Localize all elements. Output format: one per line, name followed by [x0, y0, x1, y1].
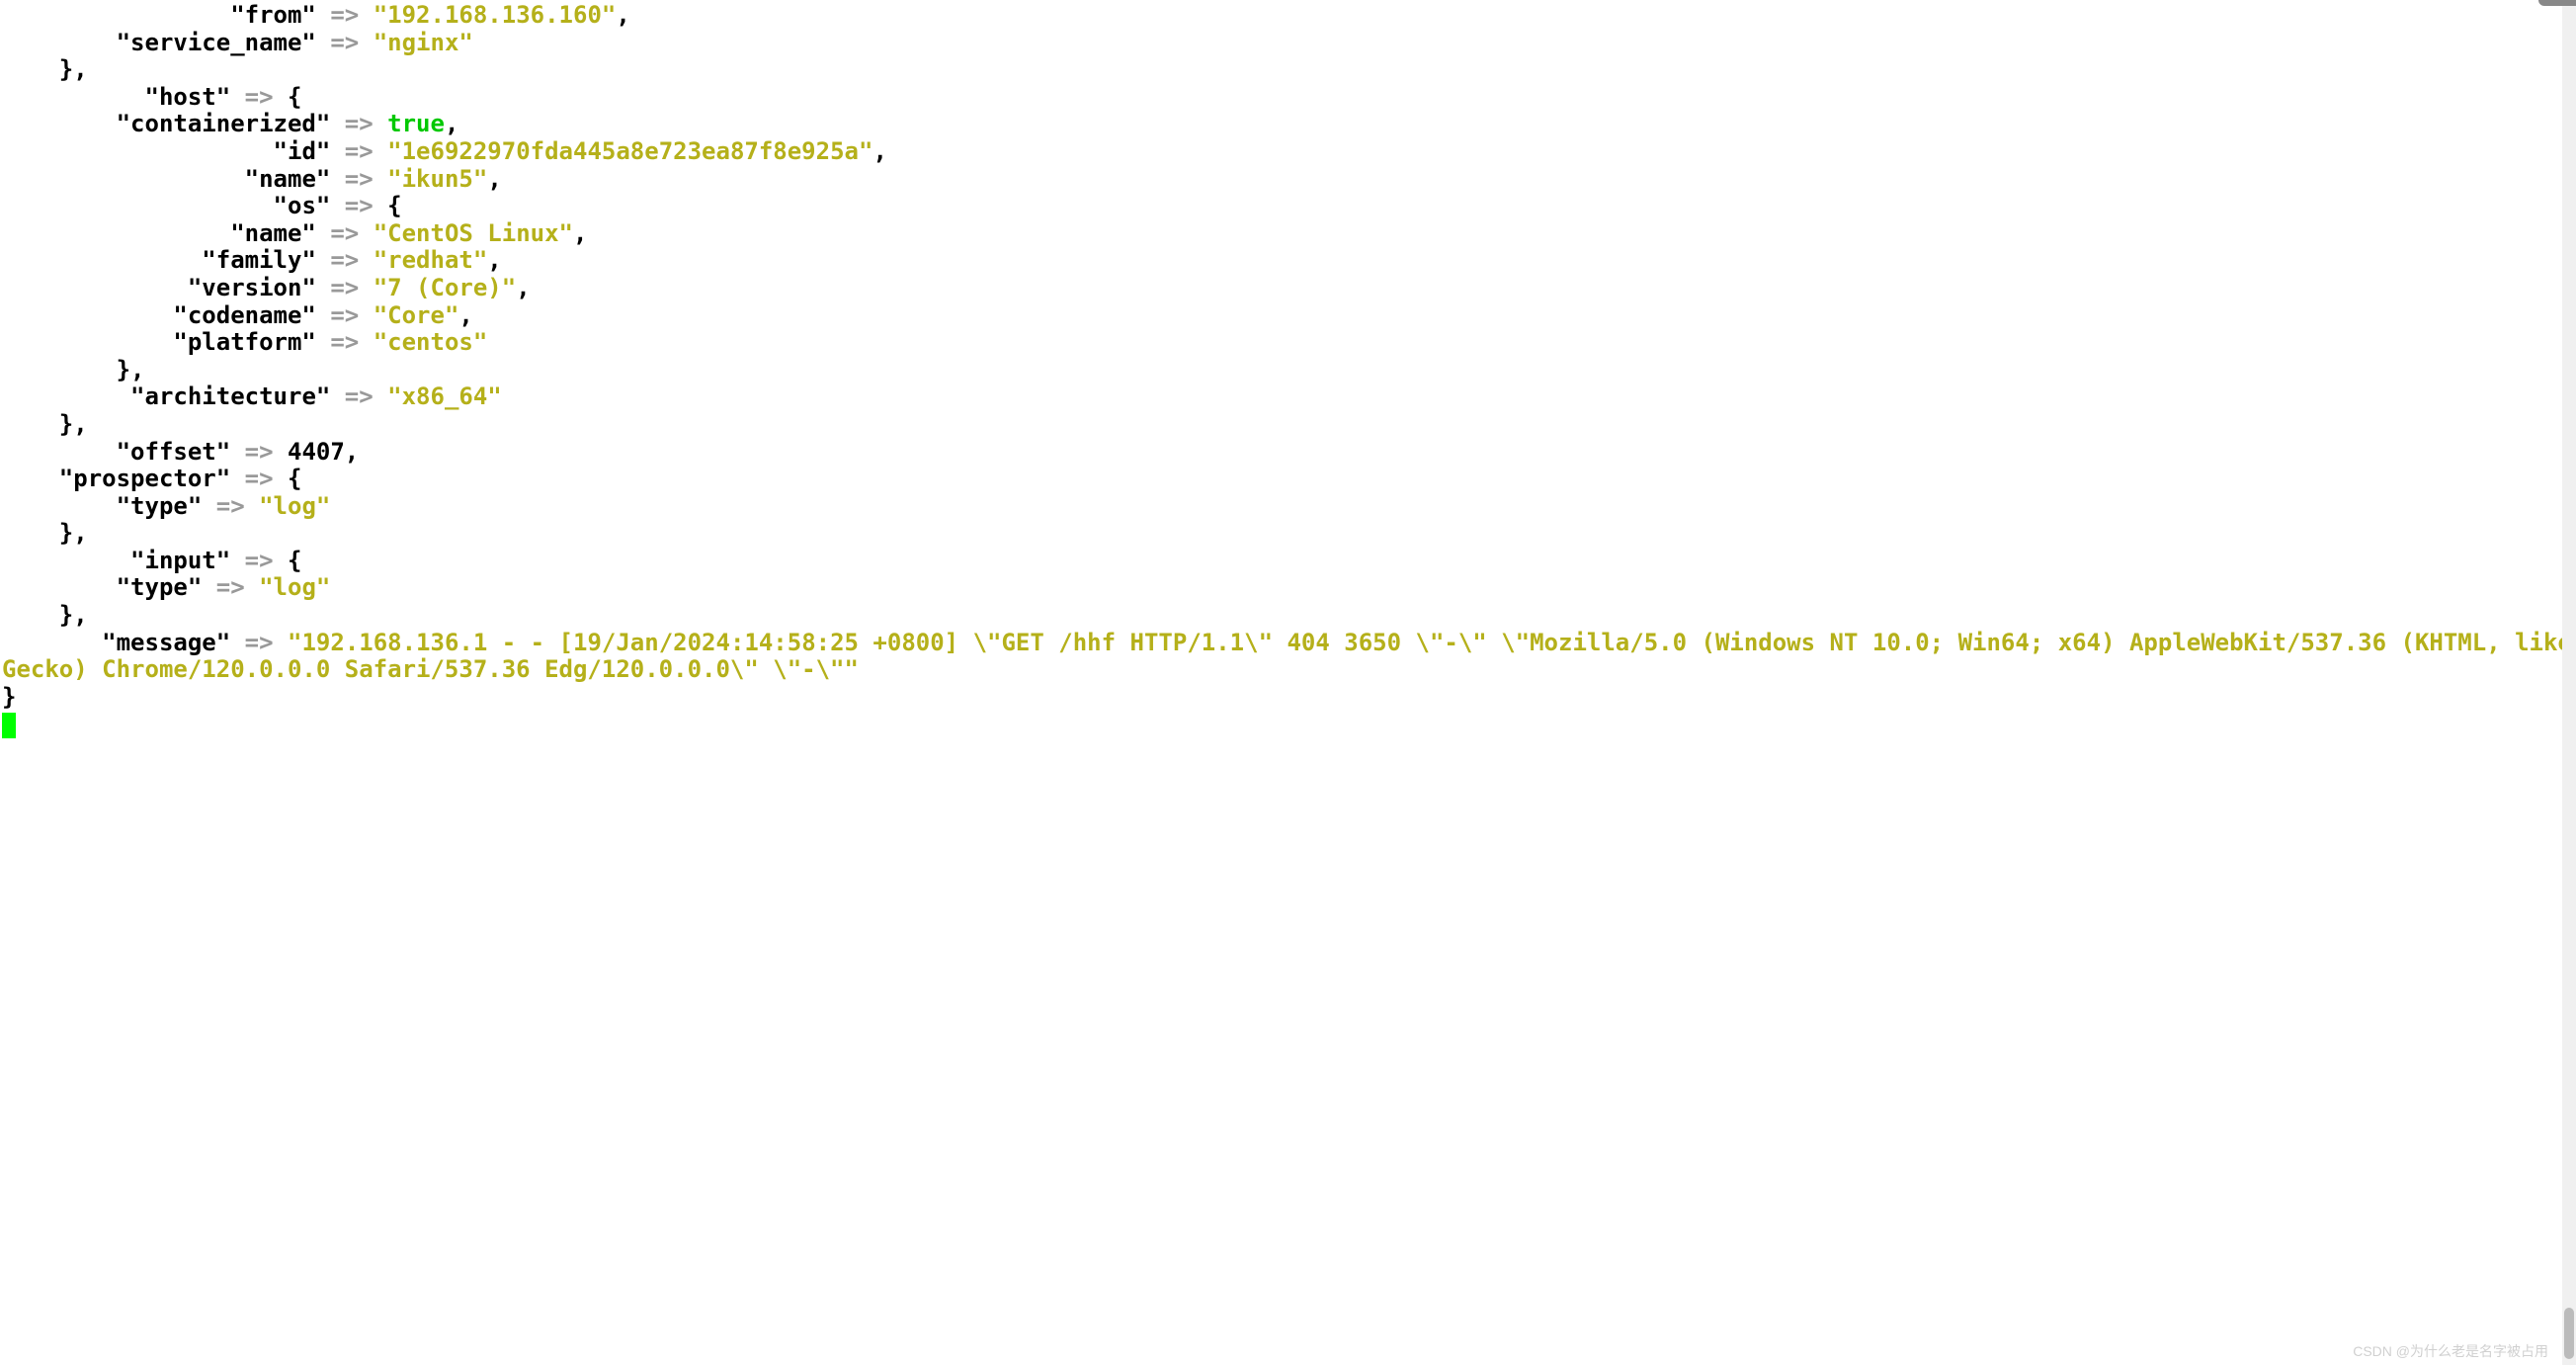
key-offset: "offset": [117, 438, 231, 466]
value-offset: 4407: [288, 438, 345, 466]
watermark-text: CSDN @为什么老是名字被占用: [2353, 1343, 2548, 1359]
key-host-name: "name": [245, 165, 331, 193]
key-architecture: "architecture": [130, 383, 330, 410]
value-message: "192.168.136.1 - - [19/Jan/2024:14:58:25…: [2, 629, 2576, 684]
key-os-name: "name": [230, 219, 316, 247]
key-platform: "platform": [173, 328, 316, 356]
scrollbar[interactable]: [2562, 0, 2576, 1365]
key-service-name: "service_name": [117, 29, 316, 56]
value-containerized: true: [387, 110, 445, 137]
key-from: "from": [230, 1, 316, 29]
key-codename: "codename": [173, 301, 316, 329]
value-from: "192.168.136.160": [374, 1, 617, 29]
key-prospector: "prospector": [59, 465, 230, 492]
key-os: "os": [274, 192, 331, 219]
value-service-name: "nginx": [374, 29, 473, 56]
value-input-type: "log": [259, 573, 330, 601]
terminal-output[interactable]: "from" => "192.168.136.160", "service_na…: [2, 2, 2574, 738]
value-version: "7 (Core)": [374, 274, 517, 301]
terminal-cursor: [2, 713, 16, 738]
value-prospector-type: "log": [259, 492, 330, 520]
key-id: "id": [274, 137, 331, 165]
key-host: "host": [145, 83, 231, 111]
key-prospector-type: "type": [117, 492, 203, 520]
value-family: "redhat": [374, 246, 488, 274]
value-platform: "centos": [374, 328, 488, 356]
key-input: "input": [130, 547, 230, 574]
value-os-name: "CentOS Linux": [374, 219, 573, 247]
value-codename: "Core": [374, 301, 459, 329]
key-version: "version": [188, 274, 316, 301]
key-containerized: "containerized": [117, 110, 331, 137]
scrollbar-thumb[interactable]: [2564, 1308, 2574, 1359]
key-input-type: "type": [117, 573, 203, 601]
value-host-name: "ikun5": [387, 165, 487, 193]
key-family: "family": [202, 246, 316, 274]
scrollbar-top-indicator: [2538, 0, 2576, 6]
value-id: "1e6922970fda445a8e723ea87f8e925a": [387, 137, 873, 165]
key-message: "message": [102, 629, 230, 656]
value-architecture: "x86_64": [387, 383, 502, 410]
